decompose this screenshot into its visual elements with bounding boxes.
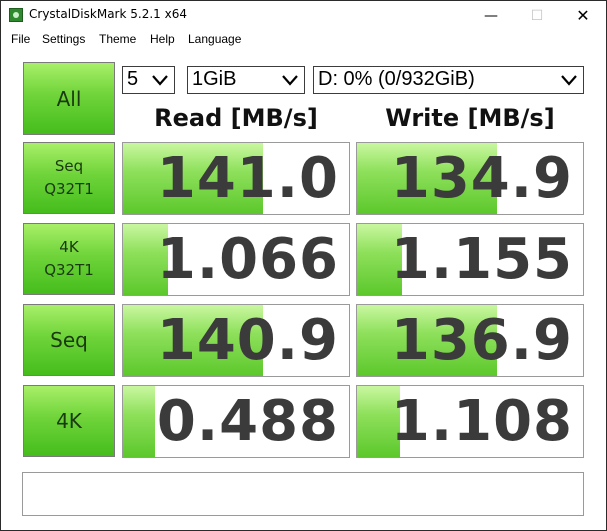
comment-field[interactable] bbox=[22, 472, 584, 516]
read-value: 1.066 bbox=[156, 227, 339, 292]
drive-select[interactable]: D: 0% (0/932GiB) bbox=[313, 66, 584, 94]
close-button[interactable]: ✕ bbox=[560, 1, 606, 30]
run-all-label: All bbox=[56, 86, 82, 111]
menu-bar: File Settings Theme Help Language bbox=[1, 30, 606, 49]
result-read-4k: 0.488 bbox=[122, 385, 350, 458]
write-value: 1.108 bbox=[390, 389, 573, 454]
title-bar[interactable]: CrystalDiskMark 5.2.1 x64 — ☐ ✕ bbox=[1, 1, 606, 30]
4k-button[interactable]: 4K bbox=[23, 385, 115, 457]
test-label-line1: 4K bbox=[59, 238, 79, 256]
seq-button[interactable]: Seq bbox=[23, 304, 115, 376]
test-count-value: 5 bbox=[127, 68, 139, 90]
test-count-select[interactable]: 5 bbox=[122, 66, 175, 94]
write-value: 134.9 bbox=[390, 146, 573, 211]
run-all-button[interactable]: All bbox=[23, 62, 115, 135]
menu-theme[interactable]: Theme bbox=[99, 32, 136, 46]
test-size-value: 1GiB bbox=[192, 68, 237, 90]
test-label-line1: Seq bbox=[54, 157, 84, 175]
read-bar bbox=[123, 386, 155, 457]
read-value: 0.488 bbox=[156, 389, 339, 454]
test-label-line2: Q32T1 bbox=[44, 261, 94, 279]
write-header: Write [MB/s] bbox=[385, 104, 555, 132]
result-write-seq: 136.9 bbox=[356, 304, 584, 377]
main-panel: All 5 1GiB D: 0% (0/932GiB) Read [MB/s] … bbox=[1, 49, 606, 530]
app-window: CrystalDiskMark 5.2.1 x64 — ☐ ✕ File Set… bbox=[0, 0, 607, 531]
result-read-4k-q32t1: 1.066 bbox=[122, 223, 350, 296]
result-read-seq: 140.9 bbox=[122, 304, 350, 377]
chevron-down-icon bbox=[152, 75, 168, 86]
window-title: CrystalDiskMark 5.2.1 x64 bbox=[29, 7, 187, 21]
write-value: 1.155 bbox=[390, 227, 573, 292]
read-value: 140.9 bbox=[156, 308, 339, 373]
app-icon bbox=[9, 8, 23, 22]
4k-q32t1-button[interactable]: 4K Q32T1 bbox=[23, 223, 115, 295]
drive-value: D: 0% (0/932GiB) bbox=[318, 68, 475, 90]
result-read-seq-q32t1: 141.0 bbox=[122, 142, 350, 215]
minimize-button[interactable]: — bbox=[468, 1, 514, 30]
result-write-4k-q32t1: 1.155 bbox=[356, 223, 584, 296]
read-header: Read [MB/s] bbox=[154, 104, 318, 132]
test-label-line2: Q32T1 bbox=[44, 180, 94, 198]
maximize-button[interactable]: ☐ bbox=[514, 1, 560, 30]
menu-file[interactable]: File bbox=[11, 32, 30, 46]
write-value: 136.9 bbox=[390, 308, 573, 373]
result-write-seq-q32t1: 134.9 bbox=[356, 142, 584, 215]
result-write-4k: 1.108 bbox=[356, 385, 584, 458]
test-label-line1: Seq bbox=[50, 328, 88, 352]
read-value: 141.0 bbox=[156, 146, 339, 211]
test-size-select[interactable]: 1GiB bbox=[187, 66, 305, 94]
menu-language[interactable]: Language bbox=[188, 32, 241, 46]
seq-q32t1-button[interactable]: Seq Q32T1 bbox=[23, 142, 115, 214]
menu-help[interactable]: Help bbox=[150, 32, 175, 46]
chevron-down-icon bbox=[561, 75, 577, 86]
test-label-line1: 4K bbox=[56, 409, 82, 433]
chevron-down-icon bbox=[282, 75, 298, 86]
menu-settings[interactable]: Settings bbox=[42, 32, 85, 46]
